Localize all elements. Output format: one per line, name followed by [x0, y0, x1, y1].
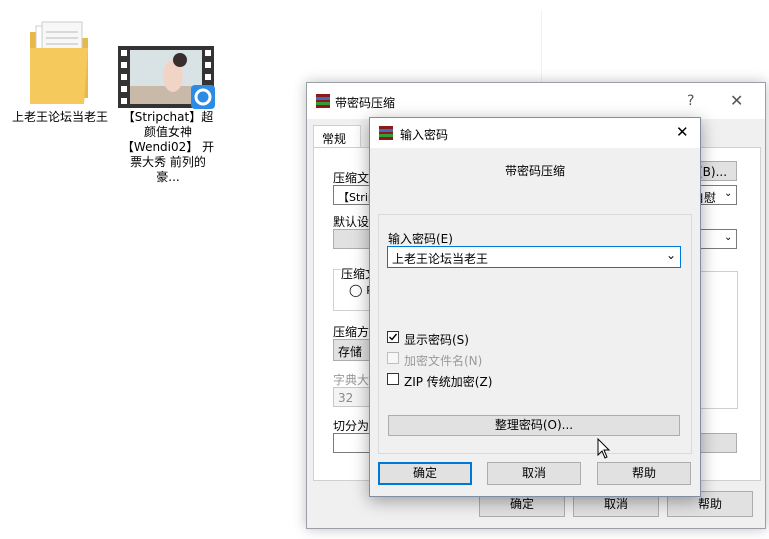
- organize-passwords-button[interactable]: 整理密码(O)...: [388, 415, 680, 436]
- checkbox-box: [387, 331, 399, 343]
- checkbox-box: [387, 373, 399, 385]
- archive-name-label: 压缩文: [333, 171, 370, 185]
- split-volumes-label: 切分为: [333, 419, 370, 433]
- chevron-down-icon[interactable]: ⌄: [666, 248, 676, 262]
- close-icon[interactable]: ✕: [676, 123, 689, 141]
- back-title-bar: 带密码压缩 ? ✕: [307, 83, 765, 119]
- checkmark-icon: [389, 333, 398, 341]
- back-window-title: 带密码压缩: [335, 96, 396, 110]
- password-label: 输入密码(E): [388, 232, 453, 246]
- player-badge-icon: [191, 85, 215, 109]
- close-icon[interactable]: ✕: [730, 91, 743, 110]
- default-settings-label: 默认设: [333, 215, 370, 229]
- dialog-title-bar: 输入密码 ✕: [370, 118, 700, 148]
- encrypt-filenames-checkbox: 加密文件名(N): [387, 351, 507, 368]
- show-password-checkbox[interactable]: 显示密码(S): [387, 330, 497, 347]
- mouse-cursor-icon: [597, 438, 611, 459]
- desktop-folder[interactable]: 上老王论坛当老王: [12, 18, 108, 148]
- dialog-title: 输入密码: [400, 128, 449, 142]
- winrar-icon: [379, 126, 393, 140]
- compression-method-combo[interactable]: 存储: [333, 339, 373, 361]
- desktop-video[interactable]: 【Stripchat】超颜值女神【Wendi02】 开票大秀 前列的豪...: [118, 46, 222, 186]
- checkbox-box: [387, 352, 399, 364]
- chevron-down-icon: ⌄: [724, 188, 733, 199]
- ok-button[interactable]: 确定: [378, 462, 472, 485]
- password-dialog: 输入密码 ✕ 带密码压缩 输入密码(E) 上老王论坛当老王 ⌄ 显示密码(S) …: [369, 117, 701, 497]
- tab-general[interactable]: 常规: [313, 125, 361, 148]
- profiles-button[interactable]: [333, 229, 373, 249]
- help-icon[interactable]: ?: [687, 93, 694, 109]
- folder-icon: [30, 21, 88, 104]
- password-input[interactable]: 上老王论坛当老王 ⌄: [387, 246, 681, 268]
- archive-name-field[interactable]: 【Strip: [333, 185, 375, 205]
- dict-size-label: 字典大: [333, 373, 370, 387]
- dict-size-combo[interactable]: 32: [333, 387, 373, 407]
- help-button[interactable]: 帮助: [597, 462, 691, 485]
- set-password-button[interactable]: [697, 433, 737, 453]
- zip-legacy-checkbox[interactable]: ZIP 传统加密(Z): [387, 372, 517, 389]
- folder-label: 上老王论坛当老王: [12, 110, 109, 124]
- dialog-subtitle: 带密码压缩: [504, 164, 565, 178]
- compression-method-label: 压缩方: [333, 325, 370, 339]
- options-group: [697, 271, 738, 409]
- cancel-button[interactable]: 取消: [487, 462, 581, 485]
- split-volumes-field[interactable]: [333, 433, 373, 453]
- chevron-down-icon: ⌄: [724, 232, 733, 243]
- video-label: 【Stripchat】超颜值女神【Wendi02】 开票大秀 前列的豪...: [121, 110, 215, 184]
- winrar-icon: [316, 94, 330, 108]
